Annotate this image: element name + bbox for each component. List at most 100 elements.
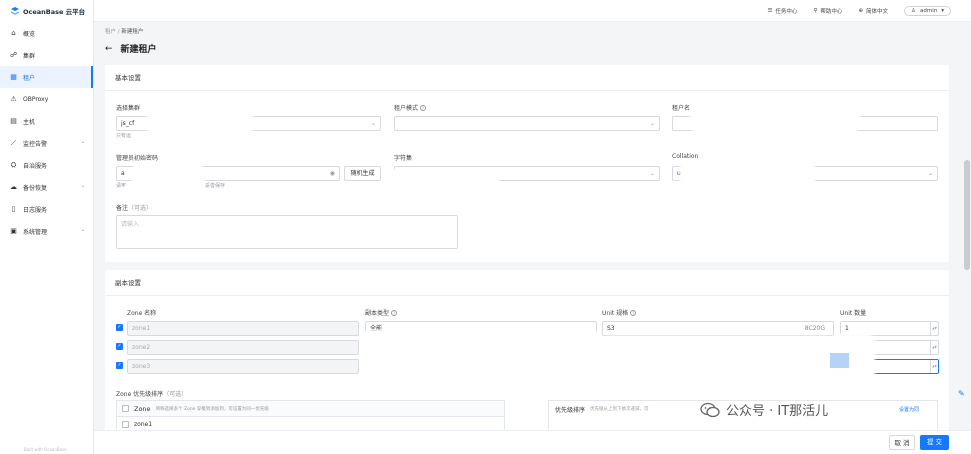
zone3-checkbox[interactable]: ✓: [116, 362, 123, 369]
host-icon: ▤: [10, 116, 17, 125]
cancel-button[interactable]: 取 消: [889, 435, 915, 450]
zone1-checkbox[interactable]: ✓: [116, 324, 123, 331]
random-generate-button[interactable]: 随机生成: [344, 166, 381, 181]
password-hint-right: 妥善保存: [205, 183, 226, 189]
redacted-area: [387, 169, 499, 189]
user-icon: ♙: [911, 7, 916, 14]
zone-priority-text: Zone 优先级排序: [116, 391, 164, 398]
task-center-link[interactable]: ☰ 任务中心: [767, 7, 797, 15]
help-icon[interactable]: ?: [391, 310, 398, 316]
location-pin-icon: ⚲: [813, 7, 818, 14]
zone3-input: zone3: [127, 359, 359, 374]
chevron-down-icon: ⌄: [649, 120, 655, 127]
stepper-arrows-icon[interactable]: ▲▼: [930, 322, 938, 335]
zone1-unit-value: S3: [607, 325, 615, 332]
watermark-text: 公众号 · IT那活儿: [726, 404, 829, 419]
tenant-icon: ▦: [10, 72, 17, 81]
sidebar-item-label: 租户: [23, 74, 36, 82]
task-center-label: 任务中心: [775, 8, 798, 15]
stepper-arrows-icon[interactable]: ▲▼: [930, 360, 938, 373]
submit-button[interactable]: 提 交: [920, 435, 949, 450]
proxy-icon: ⚠: [10, 94, 17, 103]
page-header: ← 新建租户: [105, 42, 157, 56]
breadcrumb-separator: /: [117, 29, 120, 35]
zone2-checkbox[interactable]: ✓: [116, 343, 123, 350]
sidebar-item-backup[interactable]: ☁ 备份恢复 ⌄: [0, 176, 93, 198]
redacted-area: [131, 164, 205, 190]
priority-right-hint: 优先级从上到下依次递减，可: [590, 407, 649, 412]
oceanbase-logo-icon: [11, 7, 19, 15]
sidebar-item-obproxy[interactable]: ⚠ OBProxy: [0, 88, 93, 110]
top-bar: ☰ 任务中心 ⚲ 帮助中心 ⊕ 简体中文 ♙ admin ▾: [94, 0, 971, 22]
user-name: admin: [920, 7, 938, 14]
zone2-input: zone2: [127, 340, 359, 355]
col-unit-spec: Unit 规格?: [602, 308, 637, 317]
brand-name: OceanBase 云平台: [23, 8, 86, 16]
chevron-down-icon: ⌄: [80, 227, 85, 233]
zone1-unit-spec: 8C20G: [804, 325, 825, 332]
sidebar: OceanBase 云平台 ⌂ 概览 ☍ 集群 ▦ 租户 ⚠ OBProxy ▤ 主机 ⟋…: [0, 0, 94, 454]
sidebar-item-cluster[interactable]: ☍ 集群: [0, 44, 93, 66]
sidebar-footer: Built with OceanBase: [24, 447, 67, 452]
remark-text: 备注: [116, 205, 129, 212]
help-center-link[interactable]: ⚲ 帮助中心: [813, 7, 842, 15]
zone-list-item[interactable]: zone1: [117, 417, 504, 431]
settings-icon: ▣: [10, 226, 17, 235]
zone-priority-optional: （可选）: [163, 391, 188, 398]
remark-optional: （可选）: [128, 205, 153, 212]
sidebar-item-label: 系统管理: [23, 228, 48, 236]
remark-label: 备注（可选）: [116, 203, 152, 212]
monitor-icon: ⟋: [11, 138, 16, 147]
cluster-label: 选择集群: [116, 105, 141, 112]
sidebar-item-label: 主机: [23, 118, 36, 126]
basic-settings-title: 基本设置: [105, 65, 949, 91]
sidebar-item-host[interactable]: ▤ 主机: [0, 110, 93, 132]
cluster-value: js_cf: [121, 120, 135, 127]
select-all-checkbox[interactable]: [122, 405, 129, 412]
col-unit-count: Unit 数量: [840, 310, 867, 317]
remark-textarea[interactable]: 请输入: [116, 215, 458, 249]
sidebar-item-label: 集群: [23, 52, 36, 60]
eye-icon[interactable]: ◉: [330, 167, 335, 180]
zone-priority-label: Zone 优先级排序（可选）: [116, 389, 187, 398]
backup-icon: ☁: [10, 182, 17, 191]
caret-down-icon: ▾: [941, 7, 944, 14]
sidebar-item-label: 日志服务: [23, 206, 48, 214]
language-switch[interactable]: ⊕ 简体中文: [858, 7, 888, 15]
sidebar-item-label: 备份恢复: [23, 184, 48, 192]
zone1-count-value: 1: [845, 325, 849, 332]
zone-header: Zone: [134, 404, 151, 413]
sidebar-item-settings[interactable]: ▣ 系统管理 ⌄: [0, 220, 93, 242]
tenant-mode-select[interactable]: ⌄: [394, 116, 660, 131]
admin-password-label: 管理员初始密码: [116, 155, 159, 162]
charset-label: 字符集: [394, 155, 413, 162]
sidebar-item-label: OBProxy: [23, 95, 49, 103]
password-hint-left: 请牢: [116, 183, 127, 189]
tenant-mode-text: 租户模式: [394, 105, 419, 112]
sidebar-item-label: 自治服务: [23, 162, 48, 170]
sidebar-item-tenant[interactable]: ▦ 租户: [0, 66, 93, 88]
zone-transfer-left: Zone 简称选择多个 Zone 穿梭到添加到，可设置为同一优先级 zone1: [116, 400, 505, 432]
cluster-icon: ☍: [10, 50, 18, 59]
sidebar-item-log[interactable]: ▯ 日志服务: [0, 198, 93, 220]
stepper-arrows-icon[interactable]: ▲▼: [930, 341, 938, 354]
sidebar-item-autonomy[interactable]: ⛭ 自治服务: [0, 154, 93, 176]
sidebar-item-overview[interactable]: ⌂ 概览: [0, 22, 93, 44]
brand-logo[interactable]: OceanBase 云平台: [0, 0, 93, 22]
zone-item-checkbox[interactable]: [122, 420, 129, 428]
user-menu[interactable]: ♙ admin ▾: [904, 5, 951, 16]
col-zone-name: Zone 名称: [127, 310, 157, 317]
page-scrollbar[interactable]: [964, 160, 970, 270]
home-icon: ⌂: [11, 28, 16, 37]
help-icon[interactable]: ?: [420, 105, 427, 111]
help-icon[interactable]: ?: [630, 310, 637, 316]
zone1-unit-select[interactable]: S3 8C20G: [602, 321, 834, 336]
back-arrow-icon[interactable]: ←: [105, 44, 113, 54]
edit-pencil-icon[interactable]: ✎: [958, 389, 965, 398]
language-label: 简体中文: [866, 8, 889, 15]
zone-hint: 简称选择多个 Zone 穿梭到添加到，可设置为同一优先级: [155, 406, 269, 412]
priority-right-label: 优先级排序: [555, 406, 586, 414]
set-same-priority-link[interactable]: 设置为同: [899, 406, 919, 413]
breadcrumb-parent[interactable]: 租户: [105, 29, 116, 35]
sidebar-item-monitor[interactable]: ⟋ 监控告警 ⌄: [0, 132, 93, 154]
